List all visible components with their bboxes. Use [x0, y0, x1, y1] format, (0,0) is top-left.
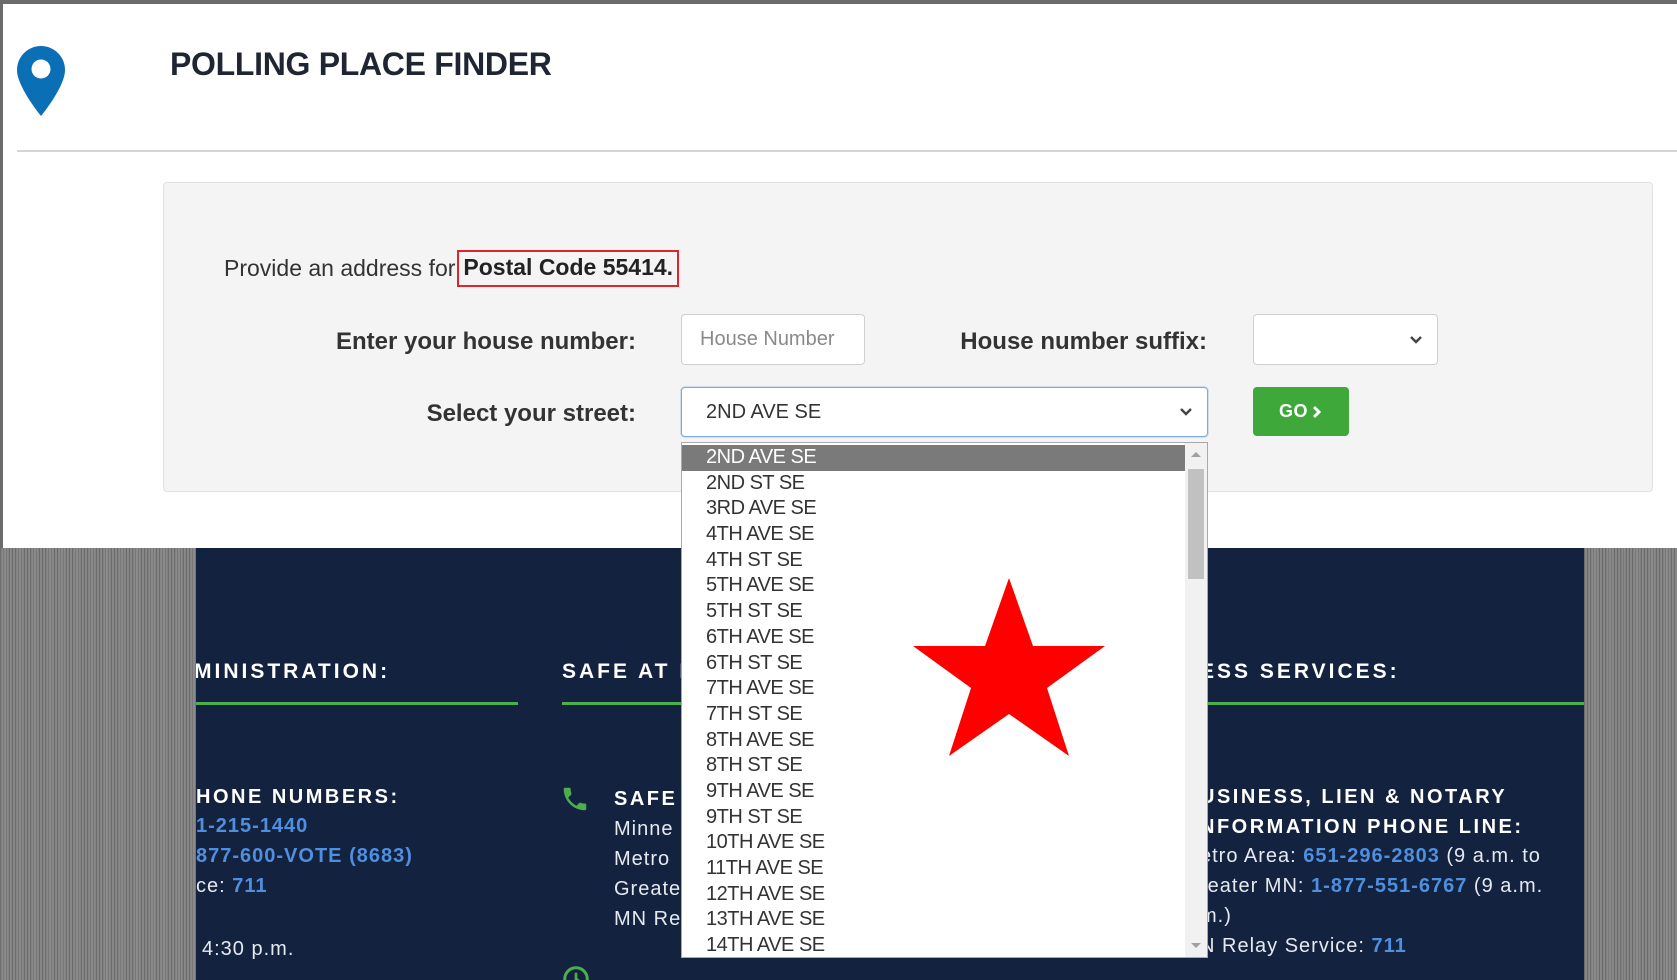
- phone-link[interactable]: 711: [1372, 935, 1407, 957]
- go-button[interactable]: GO: [1253, 387, 1349, 436]
- phone-line-3[interactable]: N Relay Service: 711: [1200, 935, 1407, 958]
- street-option[interactable]: 2ND ST SE: [682, 471, 1185, 497]
- chevron-down-icon: [1410, 335, 1422, 344]
- street-option[interactable]: 11TH AVE SE: [682, 856, 1185, 882]
- scroll-thumb[interactable]: [1188, 469, 1204, 579]
- street-option[interactable]: 13TH AVE SE: [682, 907, 1185, 933]
- scroll-down-icon[interactable]: [1191, 943, 1201, 948]
- house-number-suffix-select[interactable]: [1253, 314, 1438, 365]
- page-title: POLLING PLACE FINDER: [170, 46, 552, 82]
- footer-line: Minne: [614, 818, 674, 840]
- footer-heading: ESS SERVICES:: [1200, 660, 1400, 683]
- phone-link[interactable]: 1-215-1440: [196, 815, 308, 837]
- footer-heading: MINISTRATION:: [196, 660, 391, 683]
- footer-line: MN Re: [614, 908, 682, 930]
- street-select[interactable]: 2ND AVE SE: [681, 387, 1208, 437]
- footer-divider: [1200, 702, 1584, 705]
- house-number-suffix-label: House number suffix:: [960, 328, 1207, 355]
- street-select-value: 2ND AVE SE: [706, 400, 822, 423]
- title-divider: [17, 150, 1677, 152]
- street-option[interactable]: 4TH AVE SE: [682, 522, 1185, 548]
- chevron-right-icon: [1312, 405, 1322, 418]
- dropdown-scrollbar[interactable]: [1185, 443, 1207, 957]
- footer-divider: [562, 702, 682, 705]
- street-option[interactable]: 12TH AVE SE: [682, 882, 1185, 908]
- footer-heading: SAFE AT H: [562, 660, 698, 683]
- street-option[interactable]: 9TH ST SE: [682, 805, 1185, 831]
- star-icon: [913, 578, 1105, 756]
- footer-subheading: HONE NUMBERS:: [196, 786, 400, 808]
- street-option[interactable]: 14TH AVE SE: [682, 933, 1185, 957]
- street-option[interactable]: 9TH AVE SE: [682, 779, 1185, 805]
- street-option[interactable]: 3RD AVE SE: [682, 496, 1185, 522]
- go-label: GO: [1278, 401, 1308, 421]
- street-option[interactable]: 10TH AVE SE: [682, 830, 1185, 856]
- phone-link[interactable]: 877-600-VOTE (8683): [196, 845, 413, 867]
- map-pin-icon: [17, 46, 65, 116]
- phone-link[interactable]: 711: [232, 875, 267, 897]
- footer-column-business-services: ESS SERVICES: USINESS, LIEN & NOTARY NFO…: [1200, 548, 1584, 980]
- intro-label: Provide an address for: [224, 255, 456, 281]
- footer-line: Greate: [614, 878, 682, 900]
- office-hours: 4:30 p.m.: [202, 938, 295, 960]
- phone-link[interactable]: 651-296-2803: [1303, 845, 1440, 867]
- footer-line: Metro: [614, 848, 671, 870]
- phone-line-2[interactable]: reater MN: 1-877-551-6767 (9 a.m.: [1200, 875, 1543, 898]
- scroll-up-icon[interactable]: [1191, 452, 1201, 457]
- phone-line-2[interactable]: 877-600-VOTE (8683): [196, 845, 413, 868]
- phone-line-1[interactable]: 1-215-1440: [196, 815, 308, 838]
- footer-divider: [196, 702, 518, 705]
- footer-subheading: SAFE: [614, 788, 678, 810]
- street-label: Select your street:: [426, 400, 636, 427]
- postal-code-highlight: Postal Code 55414.: [457, 250, 680, 287]
- footer-column-administration: MINISTRATION: HONE NUMBERS: 1-215-1440 8…: [196, 548, 536, 980]
- clock-icon: [563, 966, 589, 980]
- house-number-input[interactable]: [681, 314, 865, 365]
- footer-subheading: NFORMATION PHONE LINE:: [1200, 816, 1524, 838]
- footer-subheading: USINESS, LIEN & NOTARY: [1200, 786, 1508, 808]
- phone-icon: [563, 787, 587, 811]
- intro-text: Provide an address for Postal Code 55414…: [224, 250, 680, 287]
- street-option[interactable]: 2ND AVE SE: [682, 445, 1185, 471]
- phone-line-3[interactable]: ce: 711: [196, 875, 268, 898]
- street-option[interactable]: 4TH ST SE: [682, 548, 1185, 574]
- house-number-label: Enter your house number:: [335, 328, 636, 355]
- phone-link[interactable]: 1-877-551-6767: [1311, 875, 1467, 897]
- chevron-down-icon: [1180, 408, 1192, 416]
- phone-line-1[interactable]: etro Area: 651-296-2803 (9 a.m. to: [1200, 845, 1541, 868]
